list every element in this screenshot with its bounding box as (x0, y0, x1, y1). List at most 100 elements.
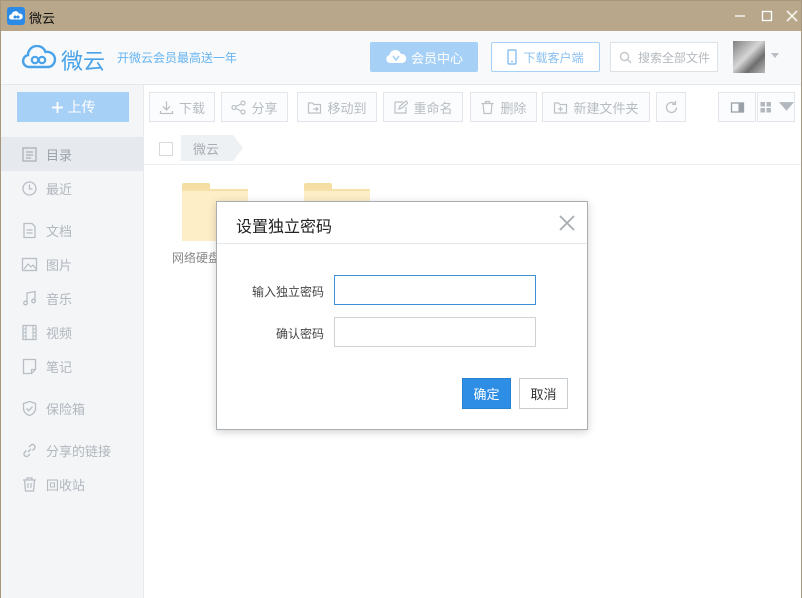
delete-button[interactable]: 删除 (470, 92, 537, 122)
cancel-button[interactable]: 取消 (519, 378, 568, 409)
sidebar-item-music[interactable]: 音乐 (1, 281, 144, 315)
vip-center-button[interactable]: 会员中心 (370, 42, 478, 72)
sidebar-item-recent[interactable]: 最近 (1, 171, 144, 205)
download-icon (159, 101, 174, 114)
share-button[interactable]: 分享 (221, 92, 288, 122)
note-icon (22, 358, 37, 374)
share-icon (231, 99, 247, 115)
sidebar-item-label: 回收站 (46, 478, 86, 494)
download-client-button[interactable]: 下载客户端 (491, 42, 600, 72)
sidebar-item-label: 保险箱 (46, 402, 86, 418)
sidebar-item-recycle-bin[interactable]: 回收站 (1, 467, 144, 501)
refresh-icon (665, 100, 677, 113)
download-client-label: 下载客户端 (523, 50, 584, 65)
download-button[interactable]: 下载 (149, 92, 215, 122)
minimize-icon (735, 15, 745, 17)
sidebar-item-safe-box[interactable]: 保险箱 (1, 391, 144, 425)
password-label: 输入独立密码 (251, 285, 324, 299)
link-icon (23, 443, 36, 457)
select-all-checkbox[interactable] (159, 142, 173, 156)
sidebar-item-label: 目录 (46, 148, 73, 164)
rename-button[interactable]: 重命名 (383, 92, 463, 122)
grid-view-icon (760, 101, 771, 112)
phone-icon (507, 49, 518, 65)
search-input[interactable]: 搜索全部文件 (610, 42, 718, 72)
panel-icon (730, 101, 744, 113)
sidebar-item-label: 视频 (46, 326, 73, 342)
new-folder-button[interactable]: 新建文件夹 (542, 92, 650, 122)
sidebar-item-images[interactable]: 图片 (1, 247, 144, 281)
vip-promo-link[interactable]: 开微云会员最高送一年 (117, 49, 237, 66)
share-label: 分享 (251, 101, 278, 117)
breadcrumb: 微云 (144, 131, 801, 165)
plus-icon (51, 101, 63, 113)
confirm-button-label: 确定 (473, 388, 500, 403)
maximize-icon (761, 10, 773, 22)
upload-button[interactable]: 上传 (17, 92, 129, 122)
sidebar-item-label: 笔记 (46, 360, 73, 376)
chevron-down-icon[interactable] (771, 53, 779, 58)
music-icon (23, 290, 36, 305)
dialog-divider (217, 243, 587, 244)
vip-center-label: 会员中心 (410, 51, 463, 67)
dialog-title: 设置独立密码 (236, 217, 333, 236)
vip-cloud-icon (386, 49, 407, 63)
app-logo-icon (7, 7, 25, 25)
sidebar-item-notes[interactable]: 笔记 (1, 349, 144, 383)
search-icon (619, 51, 632, 63)
set-password-dialog: 设置独立密码 输入独立密码 确认密码 确定 取消 (216, 201, 588, 430)
title-bar: 微云 (1, 1, 801, 31)
window-title: 微云 (29, 12, 56, 27)
close-window-button[interactable] (779, 5, 802, 27)
sidebar-item-documents[interactable]: 文档 (1, 213, 144, 247)
new-folder-icon (554, 101, 568, 114)
minimize-button[interactable] (727, 5, 753, 27)
breadcrumb-label: 微云 (193, 142, 220, 158)
avatar[interactable] (733, 41, 765, 73)
confirm-button[interactable]: 确定 (462, 378, 511, 409)
list-icon (22, 146, 37, 162)
weiyun-logo-icon (21, 45, 57, 69)
toolbar: 下载 分享 移动到 重命名 删除 新建文件夹 (144, 85, 801, 131)
close-icon[interactable] (557, 213, 577, 233)
sidebar-item-videos[interactable]: 视频 (1, 315, 144, 349)
rename-label: 重命名 (413, 101, 453, 117)
new-folder-label: 新建文件夹 (573, 101, 639, 117)
confirm-password-label: 确认密码 (275, 327, 324, 341)
shield-icon (22, 400, 37, 416)
view-mode-button[interactable] (757, 92, 795, 122)
cancel-button-label: 取消 (530, 388, 557, 403)
chevron-down-icon (778, 101, 794, 111)
logo-text: 微云 (61, 50, 106, 75)
sidebar-item-directory[interactable]: 目录 (1, 137, 144, 171)
edit-icon (394, 99, 409, 114)
image-icon (21, 257, 38, 271)
detail-panel-toggle[interactable] (718, 92, 756, 122)
search-placeholder: 搜索全部文件 (638, 50, 711, 65)
sidebar-item-label: 音乐 (46, 292, 73, 308)
move-folder-icon (308, 101, 322, 114)
delete-label: 删除 (500, 101, 527, 117)
sidebar-item-shared-links[interactable]: 分享的链接 (1, 433, 144, 467)
film-icon (22, 324, 37, 340)
confirm-password-field[interactable] (334, 317, 536, 347)
sidebar-item-label: 图片 (46, 258, 73, 274)
maximize-button[interactable] (754, 5, 780, 27)
folder-name: 网络硬盘 (172, 251, 221, 265)
move-to-button[interactable]: 移动到 (297, 92, 377, 122)
upload-label: 上传 (67, 100, 96, 116)
trash-icon (481, 100, 494, 114)
header-bar: 微云 开微云会员最高送一年 会员中心 下载客户端 搜索全部文件 (1, 31, 801, 85)
sidebar-item-label: 文档 (46, 224, 73, 240)
app-window: 微云 微云 开微云会员最高送一年 会员中心 下载客户端 搜索全部文件 上传 目录… (0, 0, 802, 598)
breadcrumb-item-root[interactable]: 微云 (181, 135, 244, 161)
move-to-label: 移动到 (327, 101, 367, 117)
clock-icon (22, 180, 37, 196)
sidebar-item-label: 最近 (46, 182, 73, 198)
password-field[interactable] (334, 275, 536, 305)
close-icon (786, 10, 798, 22)
document-icon (23, 222, 36, 238)
refresh-button[interactable] (656, 92, 686, 122)
download-label: 下载 (178, 101, 205, 117)
sidebar: 上传 目录 最近 文档 图片 音乐 视频 笔记 保险箱 分享的链接 回收站 (1, 85, 144, 598)
